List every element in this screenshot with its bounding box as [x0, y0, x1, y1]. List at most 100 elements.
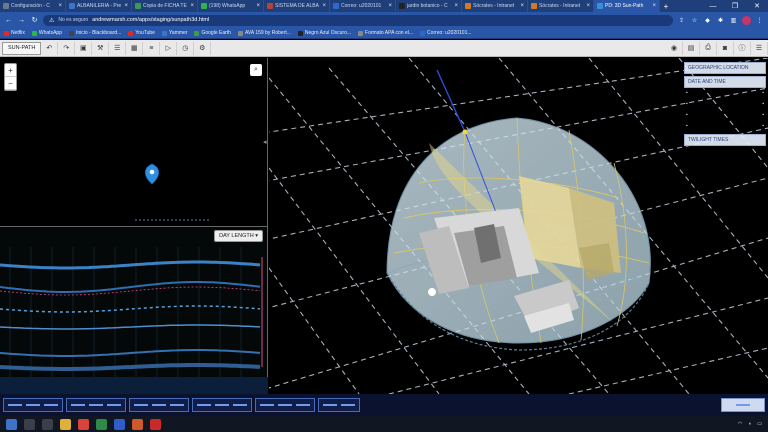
sidebar-icon[interactable]: ▥ [729, 16, 738, 25]
volume-icon[interactable]: ◖ [748, 421, 751, 427]
timeline-time-slider[interactable] [721, 398, 765, 412]
excel-icon[interactable] [96, 418, 107, 430]
url-field[interactable]: ⚠ No es seguro andrewmarsh.com/apps/stag… [43, 14, 673, 26]
bookmark[interactable]: Negro Azul Oscuro... [297, 30, 351, 36]
browser-tab[interactable]: (198) WhatsApp × [198, 0, 264, 12]
bookmark[interactable]: Yammer [161, 30, 187, 36]
browser-tab[interactable]: Sócrates - Intranet × [528, 0, 594, 12]
avatar[interactable] [742, 15, 751, 25]
tab-label: jardin botanico - C [407, 3, 448, 9]
cube-icon[interactable]: ▣ [75, 41, 93, 55]
wifi-icon[interactable]: ◠ [738, 421, 742, 427]
browser-tab[interactable]: Correo: u2020101 × [330, 0, 396, 12]
taskview-icon[interactable] [42, 418, 53, 430]
close-window-icon[interactable]: ✕ [746, 0, 768, 12]
bookmark[interactable]: Inicio - Blackboard... [68, 30, 122, 36]
timeline-segment[interactable] [66, 398, 126, 412]
browser-tab[interactable]: ALBAÑILERIA - Pre × [66, 0, 132, 12]
reload-icon[interactable]: ↻ [30, 16, 39, 24]
close-icon[interactable]: × [124, 3, 128, 9]
explorer-icon[interactable] [60, 418, 71, 430]
play-icon[interactable]: ▷ [160, 41, 178, 55]
powerpoint-icon[interactable] [132, 418, 143, 430]
list-icon[interactable]: ≡ [143, 41, 161, 55]
timeline-segment[interactable] [318, 398, 360, 412]
timeline-segment[interactable] [255, 398, 315, 412]
url-security-label: No es seguro [58, 17, 89, 23]
tab-label: Correo: u2020101 [341, 3, 382, 9]
menu-icon[interactable]: ☰ [751, 41, 768, 55]
forward-icon[interactable]: → [17, 17, 26, 24]
close-icon[interactable]: × [322, 3, 326, 9]
bookmark[interactable]: Google Earth [194, 30, 231, 36]
settings-icon[interactable]: ⚙ [194, 41, 212, 55]
maximize-icon[interactable]: ❐ [724, 0, 746, 12]
minimize-icon[interactable]: — [702, 0, 724, 12]
geographic-location-header[interactable]: GEOGRAPHIC LOCATION [684, 62, 766, 74]
word-icon[interactable] [114, 418, 125, 430]
view-icon[interactable]: ▤ [683, 41, 700, 55]
bookmark-label: Inicio - Blackboard... [75, 30, 122, 36]
undo-icon[interactable]: ↶ [41, 41, 59, 55]
close-icon[interactable]: × [58, 3, 62, 9]
bookmark[interactable]: WhatsApp [31, 30, 62, 36]
notification-icon[interactable]: ▭ [757, 421, 762, 427]
tab-label: Copia de FICHA TE [143, 3, 187, 9]
bookmark[interactable]: Netflix [4, 30, 25, 36]
settings-side-panel: GEOGRAPHIC LOCATION DATE AND TIME ▪ ▪ ▪ ▪ … [684, 62, 766, 148]
map-panel[interactable]: + − ⌕ ◂ [0, 58, 268, 226]
extension-icon[interactable]: ◆ [703, 16, 712, 25]
camera-icon[interactable]: ◙ [717, 41, 734, 55]
date-and-time-header[interactable]: DATE AND TIME [684, 76, 766, 88]
browser-tab[interactable]: jardin botanico - C × [396, 0, 462, 12]
bookmark-icon [31, 30, 37, 36]
layers-icon[interactable]: ☰ [109, 41, 127, 55]
browser-tab[interactable]: Configuración - C × [0, 0, 66, 12]
browser-tab[interactable]: Sócrates - Intranet × [462, 0, 528, 12]
puzzle-icon[interactable]: ✱ [716, 16, 725, 25]
browser-tab-active[interactable]: PD: 3D Sun-Path × [594, 0, 660, 12]
close-icon[interactable]: × [190, 3, 194, 9]
location-pin-icon[interactable] [144, 163, 160, 185]
print-icon[interactable]: ⎙ [700, 41, 717, 55]
clock-icon[interactable]: ◷ [177, 41, 195, 55]
start-icon[interactable] [6, 418, 17, 430]
bookmark[interactable]: Formato APA con el... [358, 30, 413, 36]
eye-icon[interactable]: ◉ [666, 41, 683, 55]
close-icon[interactable]: × [454, 3, 458, 9]
close-icon[interactable]: × [586, 3, 590, 9]
info-icon[interactable]: ⓘ [734, 41, 751, 55]
close-icon[interactable]: × [520, 3, 524, 9]
timeline-segment[interactable] [3, 398, 63, 412]
tab-favicon [3, 3, 9, 9]
close-icon[interactable]: × [256, 3, 260, 9]
twilight-times-header[interactable]: TWILIGHT TIMES [684, 134, 766, 146]
new-tab-icon[interactable]: + [660, 0, 672, 12]
browser-tab[interactable]: Copia de FICHA TE × [132, 0, 198, 12]
chrome-icon[interactable] [78, 418, 89, 430]
grid-icon[interactable]: ▦ [126, 41, 144, 55]
tools-icon[interactable]: ⚒ [92, 41, 110, 55]
sun-position-icon[interactable] [462, 129, 468, 135]
bookmark[interactable]: AVA 159 by Robert... [237, 30, 291, 36]
redo-icon[interactable]: ↷ [58, 41, 76, 55]
browser-tab[interactable]: SISTEMA DE ALBA × [264, 0, 330, 12]
bookmark[interactable]: YouTube [128, 30, 155, 36]
tab-label: Sócrates - Intranet [473, 3, 515, 9]
search-icon[interactable] [24, 418, 35, 430]
row-marker: ▪ [686, 112, 688, 118]
close-icon[interactable]: × [388, 3, 392, 9]
bookmark-label: YouTube [135, 30, 155, 36]
menu-dots-icon[interactable]: ⋮ [755, 16, 764, 25]
star-icon[interactable]: ☆ [690, 16, 699, 25]
back-icon[interactable]: ← [4, 17, 13, 24]
timeline-segment[interactable] [192, 398, 252, 412]
close-icon[interactable]: × [652, 3, 656, 9]
app-title-button[interactable]: SUN-PATH [2, 41, 42, 55]
bookmark[interactable]: Correo: u2020101... [420, 30, 472, 36]
origin-marker-icon[interactable] [428, 288, 436, 296]
timeline-segment[interactable] [129, 398, 189, 412]
system-tray: ◠ ◖ ▭ [738, 421, 762, 427]
acrobat-icon[interactable] [150, 418, 161, 430]
share-icon[interactable]: ⇪ [677, 16, 686, 25]
